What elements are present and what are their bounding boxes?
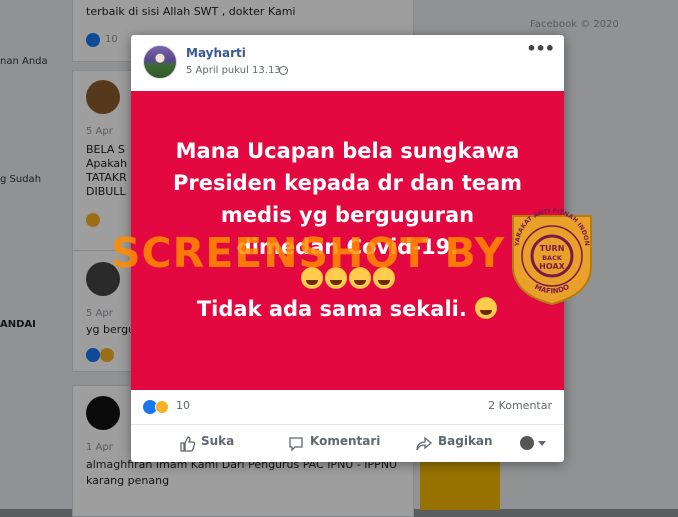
author-name[interactable]: Mayharti <box>186 46 246 60</box>
angry-emoji-icon <box>475 297 498 319</box>
avatar <box>86 80 120 114</box>
like-icon <box>86 348 100 362</box>
footer-copyright: Facebook © 2020 <box>530 19 619 30</box>
chevron-down-icon[interactable] <box>538 441 546 446</box>
svg-text:BACK: BACK <box>542 254 563 262</box>
feed-date: 5 Apr <box>86 126 113 137</box>
banner-line: medis yg berguguran <box>220 203 475 227</box>
sad-icon <box>100 348 114 362</box>
share-button[interactable]: Bagikan <box>438 434 493 448</box>
action-bar: Suka Komentari Bagikan <box>131 425 564 462</box>
banner-last-line: Tidak ada sama sekali. <box>131 293 564 325</box>
reaction-summary: 10 2 Komentar <box>131 390 564 425</box>
feed-date: 1 Apr <box>86 442 113 453</box>
author-avatar[interactable] <box>143 45 177 79</box>
globe-icon <box>279 66 288 75</box>
svg-text:HOAX: HOAX <box>539 262 565 271</box>
like-button[interactable]: Suka <box>201 434 234 448</box>
left-nav-label[interactable]: ANDAI <box>0 318 36 332</box>
feed-image <box>420 460 500 510</box>
banner-line: Mana Ucapan bela sungkawa <box>175 139 520 163</box>
feed-text: yg bergu <box>86 323 136 336</box>
left-nav-label[interactable]: g Sudah <box>0 174 41 185</box>
comment-icon <box>289 437 303 452</box>
share-icon <box>416 436 432 451</box>
banner-text: Mana Ucapan bela sungkawa Presiden kepad… <box>131 91 564 325</box>
turn-back-hoax-seal: MASYARAKAT ANTI FITNAH INDONESIA TURN BA… <box>507 206 592 306</box>
banner-line: Presiden kepada dr dan team <box>172 171 523 195</box>
thumbs-up-icon <box>180 436 195 452</box>
avatar <box>86 396 120 430</box>
sad-reaction-icon[interactable] <box>155 400 169 414</box>
more-options-icon[interactable]: ••• <box>526 39 555 58</box>
comment-count[interactable]: 2 Komentar <box>488 399 552 412</box>
feed-date: 5 Apr <box>86 308 113 319</box>
post-timestamp[interactable]: 5 April pukul 13.13 · <box>186 65 287 76</box>
left-nav-label[interactable]: nan Anda <box>0 56 48 67</box>
feed-text: terbaik di sisi Allah SWT , dokter Kami <box>86 5 296 18</box>
feed-count: 10 <box>105 34 118 45</box>
feed-text: DIBULL <box>86 185 126 198</box>
feed-text: Apakah <box>86 157 128 170</box>
audience-avatar[interactable] <box>520 436 534 450</box>
watermark-text: SCREENSHOT BY <box>111 229 506 277</box>
feed-text: karang penang <box>86 474 170 487</box>
feed-text: TATAKR <box>86 171 127 184</box>
svg-text:TURN: TURN <box>540 244 565 253</box>
haha-icon <box>86 213 100 227</box>
reaction-count[interactable]: 10 <box>176 399 190 412</box>
comment-button[interactable]: Komentari <box>310 434 380 448</box>
like-icon <box>86 33 100 47</box>
feed-text: BELA S <box>86 143 125 156</box>
